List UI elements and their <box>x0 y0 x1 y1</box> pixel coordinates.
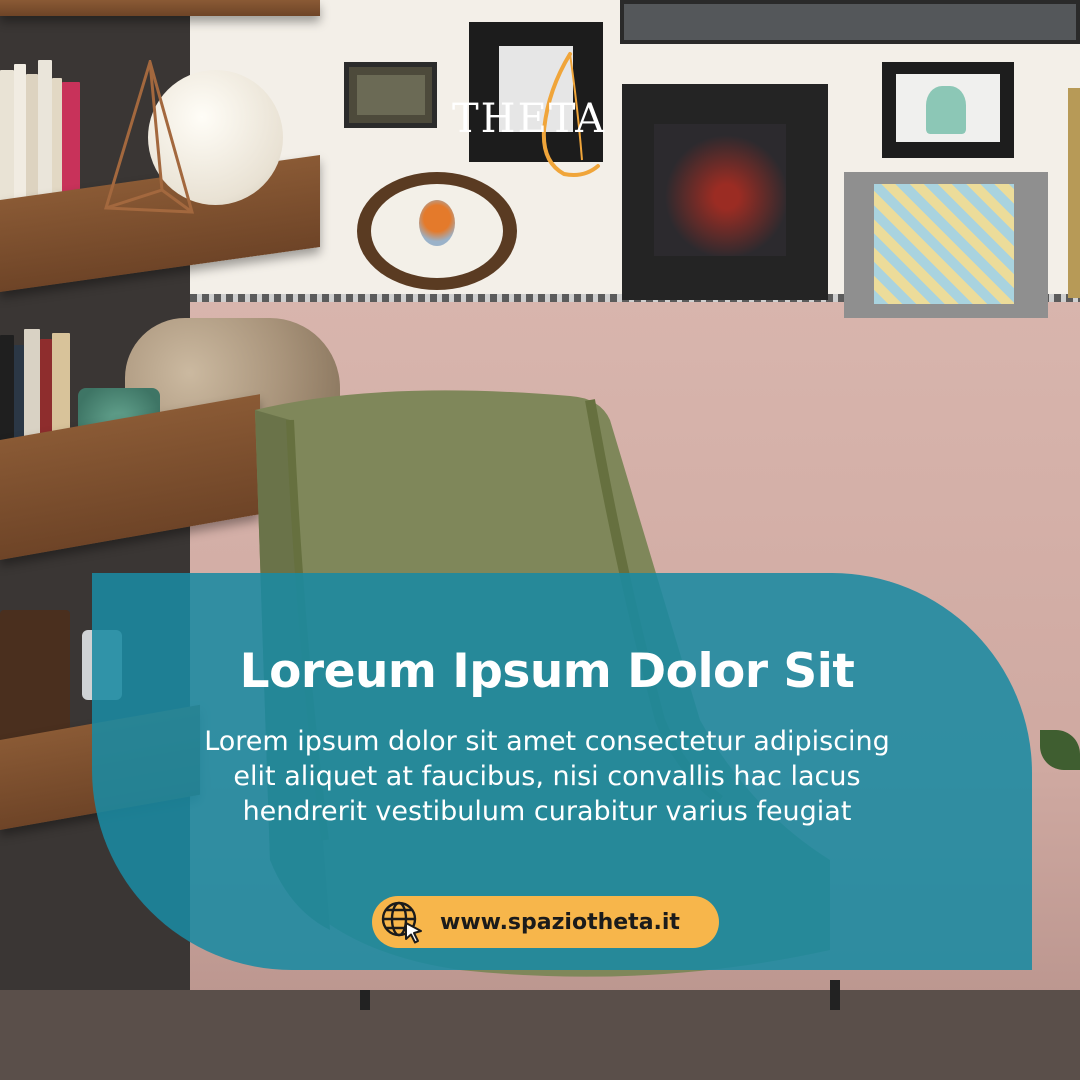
frame-right-edge <box>1068 88 1080 298</box>
globe-cursor-icon <box>378 898 426 946</box>
logo-wordmark: THETA <box>452 96 607 142</box>
body-line: Lorem ipsum dolor sit amet consectetur a… <box>204 726 890 757</box>
body-line: hendrerit vestibulum curabitur varius fe… <box>242 796 852 827</box>
frame-small-left <box>344 62 437 128</box>
frame-blue-pattern <box>844 172 1048 318</box>
frame-oval-robin <box>357 172 517 290</box>
shelf-top <box>0 0 320 16</box>
body-line: elit aliquet at faucibus, nisi convallis… <box>233 761 861 792</box>
body-text: Lorem ipsum dolor sit amet consectetur a… <box>92 724 1002 829</box>
headline: Loreum Ipsum Dolor Sit <box>239 644 855 699</box>
frame-dancer <box>622 84 828 300</box>
website-url[interactable]: www.spaziotheta.it <box>440 910 680 935</box>
frame-landscape-top <box>620 0 1080 44</box>
frame-cactus <box>882 62 1014 158</box>
website-link-button[interactable]: www.spaziotheta.it <box>372 896 719 948</box>
theta-logo: THETA <box>452 50 632 180</box>
copper-pyramid <box>104 60 195 214</box>
promo-canvas: THETA Loreum Ipsum Dolor Sit Lorem ipsum… <box>0 0 1080 1080</box>
